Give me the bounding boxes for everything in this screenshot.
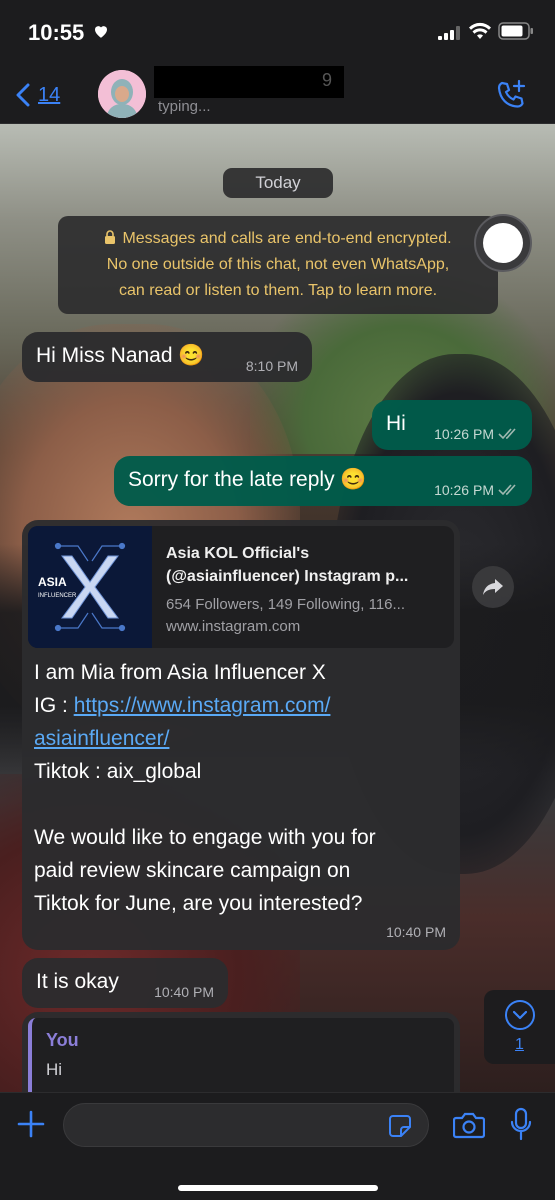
unread-messages-count: 1 bbox=[515, 1036, 524, 1053]
read-ticks-icon bbox=[498, 484, 516, 496]
plus-icon[interactable] bbox=[16, 1109, 46, 1139]
chat-area[interactable]: Today Messages and calls are end-to-end … bbox=[0, 124, 555, 1092]
message-line: IG : https://www.instagram.com/ bbox=[34, 689, 454, 722]
message-time: 10:40 PM bbox=[386, 924, 446, 940]
message-time: 10:26 PM bbox=[434, 426, 494, 442]
sticker-icon[interactable] bbox=[388, 1114, 412, 1138]
link-title-line-1: Asia KOL Official's bbox=[166, 545, 310, 562]
message-line: We would like to engage with you for bbox=[34, 826, 376, 849]
contact-status: typing... bbox=[158, 98, 211, 115]
link-preview-description: 654 Followers, 149 Following, 116... bbox=[166, 596, 406, 613]
status-time: 10:55 bbox=[28, 20, 85, 45]
unread-chats-count: 14 bbox=[38, 83, 61, 106]
message-incoming[interactable]: It is okay 10:40 PM bbox=[22, 958, 228, 1008]
message-outgoing[interactable]: Sorry for the late reply 😊 10:26 PM bbox=[114, 456, 532, 506]
microphone-icon[interactable] bbox=[510, 1107, 532, 1141]
message-input[interactable] bbox=[63, 1103, 429, 1147]
message-line: asiainfluencer/ bbox=[34, 722, 454, 755]
message-line: Tiktok : aix_global bbox=[34, 760, 202, 783]
forward-icon bbox=[483, 579, 503, 595]
lock-icon bbox=[105, 230, 116, 244]
message-time: 8:10 PM bbox=[245, 358, 298, 374]
contact-name-redacted[interactable] bbox=[154, 66, 344, 98]
link-preview-thumbnail: ASIA INFLUENCER bbox=[28, 526, 152, 648]
chat-header: 14 9 typing... bbox=[0, 66, 555, 124]
message-line: paid review skincare campaign on bbox=[34, 859, 351, 882]
link-preview[interactable]: ASIA INFLUENCER Asia KOL Official's (@as… bbox=[28, 526, 454, 648]
quoted-message[interactable]: You Hi bbox=[28, 1018, 454, 1092]
link-preview-url: www.instagram.com bbox=[166, 618, 301, 635]
message-text: Sorry for the late reply 😊 bbox=[128, 468, 367, 491]
cellular-signal-icon bbox=[438, 26, 460, 40]
encryption-line-1: Messages and calls are end-to-end encryp… bbox=[122, 230, 452, 247]
date-separator: Today bbox=[223, 168, 333, 198]
message-incoming-link[interactable]: ASIA INFLUENCER Asia KOL Official's (@as… bbox=[22, 520, 460, 950]
add-call-icon[interactable] bbox=[494, 78, 528, 112]
encryption-line-3: can read or listen to them. Tap to learn… bbox=[118, 282, 438, 299]
message-meta: 10:26 PM bbox=[434, 426, 518, 442]
record-indicator bbox=[483, 223, 523, 263]
heart-icon bbox=[95, 26, 107, 38]
thumb-text-2: INFLUENCER bbox=[38, 593, 77, 599]
quote-text: Hi bbox=[46, 1060, 63, 1079]
read-ticks-icon bbox=[498, 428, 516, 440]
thumb-text-1: ASIA bbox=[38, 575, 67, 589]
message-time: 10:40 PM bbox=[154, 984, 214, 1000]
instagram-link[interactable]: https://www.instagram.com/ bbox=[74, 694, 331, 717]
camera-icon[interactable] bbox=[453, 1111, 485, 1139]
contact-name-partial: 9 bbox=[322, 70, 333, 90]
message-outgoing[interactable]: Hi 10:26 PM bbox=[372, 400, 532, 450]
instagram-link-cont[interactable]: asiainfluencer/ bbox=[34, 727, 169, 750]
home-indicator[interactable] bbox=[178, 1185, 378, 1191]
back-button[interactable]: 14 bbox=[16, 80, 60, 110]
message-incoming[interactable]: Hi Miss Nanad 😊 8:10 PM bbox=[22, 332, 312, 382]
composer-bar bbox=[0, 1092, 555, 1200]
link-preview-title: Asia KOL Official's (@asiainfluencer) In… bbox=[166, 542, 446, 588]
encryption-notice[interactable]: Messages and calls are end-to-end encryp… bbox=[58, 216, 498, 314]
chevron-left-icon bbox=[16, 83, 30, 107]
status-bar: 10:55 bbox=[0, 0, 555, 66]
screen-record-button[interactable] bbox=[474, 214, 532, 272]
message-incoming-reply[interactable]: You Hi bbox=[22, 1012, 460, 1092]
wifi-icon bbox=[469, 22, 491, 39]
message-meta: 10:26 PM bbox=[434, 482, 518, 498]
encryption-line-2: No one outside of this chat, not even Wh… bbox=[106, 256, 450, 273]
battery-icon bbox=[498, 22, 533, 40]
message-text: Hi Miss Nanad 😊 bbox=[36, 344, 205, 367]
message-time: 10:26 PM bbox=[434, 482, 494, 498]
link-title-line-2: (@asiainfluencer) Instagram p... bbox=[166, 568, 409, 585]
chevron-down-icon bbox=[504, 1000, 535, 1030]
message-line: Tiktok for June, are you interested? bbox=[34, 892, 363, 915]
forward-button[interactable] bbox=[472, 566, 514, 608]
contact-avatar[interactable] bbox=[98, 70, 146, 118]
message-line: I am Mia from Asia Influencer X bbox=[34, 661, 326, 684]
quote-author: You bbox=[46, 1030, 79, 1050]
message-text: It is okay bbox=[36, 970, 119, 993]
message-text: I am Mia from Asia Influencer X IG : htt… bbox=[34, 656, 454, 920]
scroll-to-bottom-button[interactable]: 1 bbox=[484, 990, 555, 1064]
message-text: Hi bbox=[386, 412, 406, 435]
ig-prefix: IG : bbox=[34, 694, 74, 717]
